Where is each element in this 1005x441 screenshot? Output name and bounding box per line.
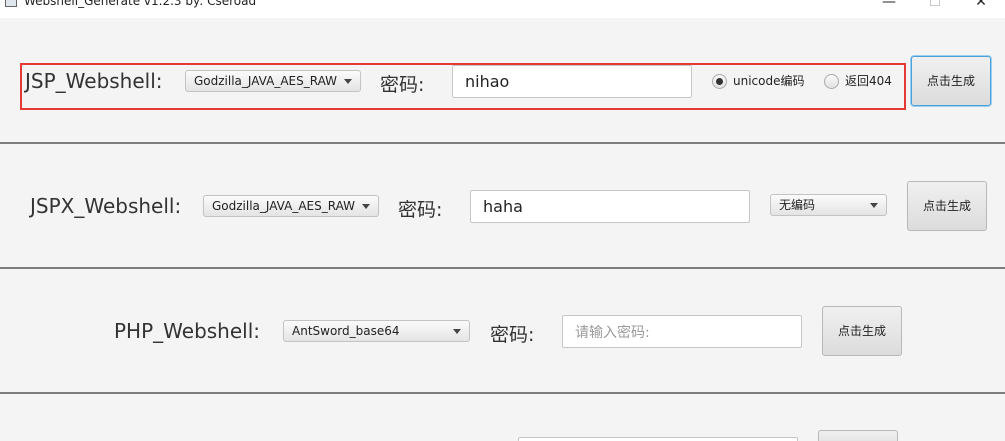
- close-icon[interactable]: ✕: [958, 0, 1004, 12]
- minimize-icon[interactable]: —: [866, 0, 912, 12]
- jspx-password-label: 密码:: [398, 199, 443, 221]
- php-type-value: AntSword_base64: [292, 324, 400, 338]
- radio-selected-icon: [712, 74, 727, 89]
- next-password-input[interactable]: [518, 437, 798, 441]
- php-password-input[interactable]: [562, 315, 802, 348]
- jsp-password-input[interactable]: [452, 65, 692, 98]
- jsp-404-label: 返回404: [845, 74, 892, 88]
- chevron-down-icon: [870, 203, 878, 208]
- jsp-unicode-label: unicode编码: [733, 74, 805, 88]
- next-generate-button[interactable]: [818, 430, 898, 441]
- jsp-password-label: 密码:: [380, 74, 425, 96]
- php-generate-button[interactable]: 点击生成: [822, 306, 902, 356]
- jspx-encoding-select[interactable]: 无编码: [770, 194, 887, 216]
- jspx-encoding-value: 无编码: [779, 198, 816, 212]
- jsp-unicode-radio[interactable]: unicode编码: [712, 74, 812, 90]
- jspx-type-select[interactable]: Godzilla_JAVA_AES_RAW: [203, 195, 379, 217]
- jspx-password-input[interactable]: [470, 190, 750, 223]
- chevron-down-icon: [362, 204, 370, 209]
- php-type-select[interactable]: AntSword_base64: [283, 320, 470, 342]
- jspx-label: JSPX_Webshell:: [30, 194, 182, 218]
- jspx-generate-button[interactable]: 点击生成: [907, 181, 987, 231]
- jsp-404-radio[interactable]: 返回404: [824, 74, 900, 90]
- jsp-type-select[interactable]: Godzilla_JAVA_AES_RAW: [185, 70, 361, 92]
- radio-unselected-icon: [824, 74, 839, 89]
- php-password-label: 密码:: [490, 324, 535, 346]
- window-title: Webshell_Generate v1.2.3 by: Cseroad: [24, 0, 257, 8]
- jsp-generate-button[interactable]: 点击生成: [911, 56, 991, 106]
- jsp-type-value: Godzilla_JAVA_AES_RAW: [194, 74, 338, 88]
- maximize-icon[interactable]: ☐: [912, 0, 958, 12]
- chevron-down-icon: [453, 329, 461, 334]
- title-bar: Webshell_Generate v1.2.3 by: Cseroad — ☐…: [0, 0, 1005, 18]
- jsp-label: JSP_Webshell:: [25, 69, 163, 93]
- php-label: PHP_Webshell:: [114, 319, 261, 343]
- jspx-type-value: Godzilla_JAVA_AES_RAW: [212, 199, 356, 213]
- chevron-down-icon: [344, 79, 352, 84]
- app-icon: [5, 0, 17, 7]
